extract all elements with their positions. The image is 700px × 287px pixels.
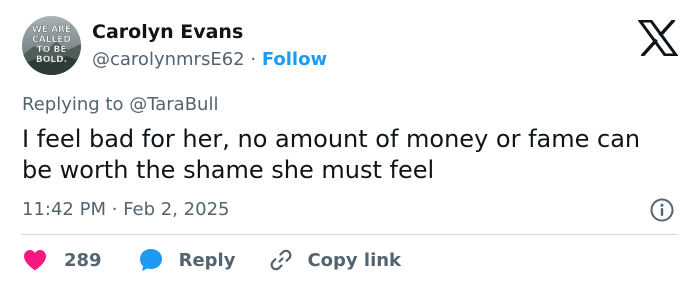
display-name[interactable]: Carolyn Evans	[92, 21, 243, 43]
copy-link-button[interactable]: Copy link	[269, 248, 401, 272]
avatar-text-line: TO BE	[37, 45, 67, 55]
replying-to-prefix: Replying to	[22, 94, 124, 115]
avatar-image: WE ARE CALLED TO BE BOLD.	[22, 16, 81, 75]
action-bar: 289 Reply Copy link	[22, 245, 401, 275]
reply-label: Reply	[178, 249, 236, 271]
speech-bubble-icon	[138, 247, 164, 273]
tweet-text: I feel bad for her, no amount of money o…	[22, 125, 641, 184]
separator-dot: ·	[111, 199, 118, 220]
link-icon	[269, 248, 293, 272]
replying-to: Replying to @TaraBull	[22, 94, 218, 115]
user-handle[interactable]: @carolynmrsE62	[92, 49, 245, 70]
handle-row: @carolynmrsE62 · Follow	[92, 49, 327, 70]
tweet-time: 11:42 PM	[22, 199, 106, 220]
copy-link-label: Copy link	[307, 249, 402, 271]
avatar-text-line: WE ARE	[32, 25, 71, 35]
tweet-date: Feb 2, 2025	[123, 199, 230, 220]
avatar[interactable]: WE ARE CALLED TO BE BOLD.	[22, 16, 81, 75]
info-icon[interactable]	[649, 197, 675, 223]
reply-mention-link[interactable]: @TaraBull	[129, 94, 218, 115]
like-count: 289	[64, 249, 102, 271]
avatar-text-line: CALLED	[32, 35, 71, 45]
x-logo-icon[interactable]	[637, 18, 679, 58]
follow-button[interactable]: Follow	[262, 49, 327, 70]
avatar-text-line: BOLD.	[36, 55, 67, 65]
divider	[22, 234, 678, 235]
heart-icon	[22, 248, 48, 272]
tweet-timestamp[interactable]: 11:42 PM · Feb 2, 2025	[22, 199, 229, 220]
separator-dot: ·	[250, 49, 257, 70]
reply-button[interactable]: Reply	[138, 247, 236, 273]
like-button[interactable]: 289	[22, 248, 102, 272]
